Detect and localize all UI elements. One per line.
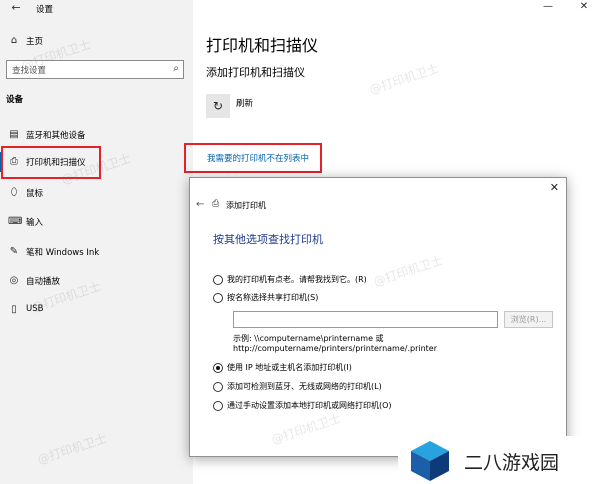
radio-button[interactable] — [213, 363, 223, 373]
sidebar-item-home[interactable]: ⌂ 主页 — [0, 30, 193, 52]
sidebar-item-label: 自动播放 — [26, 277, 61, 287]
sidebar-item-bluetooth[interactable]: ▤ 蓝牙和其他设备 — [0, 124, 193, 146]
example-text-line-1: 示例: \\computername\printername 或 — [233, 334, 384, 343]
logo-text: 二八游戏园 — [464, 452, 560, 474]
radio-button[interactable] — [213, 293, 223, 303]
site-logo: 二八游戏园 — [398, 436, 600, 484]
sidebar-item-mouse[interactable]: ⬯ 鼠标 — [0, 182, 193, 204]
home-icon: ⌂ — [10, 35, 18, 46]
search-icon[interactable]: ⌕ — [173, 63, 179, 74]
highlight-box — [184, 143, 322, 173]
back-arrow-icon[interactable]: ← — [9, 1, 23, 15]
sidebar-item-label: 输入 — [26, 218, 44, 228]
option-label: 使用 IP 地址或主机名添加打印机(I) — [227, 363, 352, 372]
close-button[interactable]: ✕ — [574, 1, 594, 12]
cube-logo-icon — [411, 441, 449, 481]
dialog-back-icon[interactable]: ← — [196, 199, 204, 210]
search-placeholder: 查找设置 — [12, 66, 47, 76]
radio-button[interactable] — [213, 275, 223, 285]
radio-button[interactable] — [213, 382, 223, 392]
app-title: 设置 — [36, 5, 54, 15]
bluetooth-devices-icon: ▤ — [9, 129, 19, 140]
autoplay-icon: ◎ — [9, 275, 19, 286]
section-heading: 设备 — [6, 95, 24, 105]
sidebar-item-label: 笔和 Windows Ink — [26, 248, 100, 258]
refresh-icon: ↻ — [212, 99, 224, 113]
keyboard-icon: ⌨ — [8, 216, 23, 227]
example-text-line-2: http://computername/printers/printername… — [233, 344, 438, 353]
page-subtitle: 添加打印机和扫描仪 — [206, 66, 305, 79]
usb-icon: ▯ — [11, 304, 17, 315]
pen-icon: ✎ — [9, 246, 19, 257]
dialog-heading: 按其他选项查找打印机 — [213, 233, 323, 246]
option-label: 按名称选择共享打印机(S) — [227, 293, 319, 302]
option-label: 添加可检测到蓝牙、无线或网络的打印机(L) — [227, 382, 382, 391]
mouse-icon: ⬯ — [10, 187, 18, 198]
sidebar-item-label: 鼠标 — [26, 189, 44, 199]
search-input[interactable]: 查找设置 ⌕ — [6, 60, 184, 79]
sidebar-item-autoplay[interactable]: ◎ 自动播放 — [0, 270, 193, 292]
option-label: 我的打印机有点老。请帮我找到它。(R) — [227, 275, 367, 284]
shared-printer-name-input[interactable] — [233, 311, 498, 328]
radio-button[interactable] — [213, 401, 223, 411]
sidebar-item-label: 主页 — [26, 37, 44, 47]
page-title: 打印机和扫描仪 — [206, 36, 319, 55]
refresh-button[interactable]: ↻ — [206, 94, 230, 118]
browse-button[interactable]: 浏览(R)... — [504, 311, 553, 328]
sidebar-item-typing[interactable]: ⌨ 输入 — [0, 211, 193, 233]
dialog-title: 添加打印机 — [226, 201, 266, 210]
sidebar-item-usb[interactable]: ▯ USB — [0, 299, 193, 321]
sidebar-item-label: 蓝牙和其他设备 — [26, 131, 86, 141]
refresh-label[interactable]: 刷新 — [236, 97, 253, 109]
settings-sidebar: ← 设置 ⌂ 主页 查找设置 ⌕ 设备 ▤ 蓝牙和其他设备 ⎙ 打印机和扫描仪 … — [0, 0, 193, 484]
sidebar-item-label: USB — [26, 304, 44, 314]
option-label: 通过手动设置添加本地打印机或网络打印机(O) — [227, 401, 392, 410]
highlight-box — [1, 146, 101, 179]
add-printer-dialog: ✕ ← ⎙ 添加打印机 按其他选项查找打印机 我的打印机有点老。请帮我找到它。(… — [189, 177, 567, 457]
dialog-close-button[interactable]: ✕ — [550, 181, 559, 194]
sidebar-item-pen[interactable]: ✎ 笔和 Windows Ink — [0, 241, 193, 263]
minimize-button[interactable]: — — [538, 1, 558, 12]
printer-icon: ⎙ — [212, 199, 220, 209]
